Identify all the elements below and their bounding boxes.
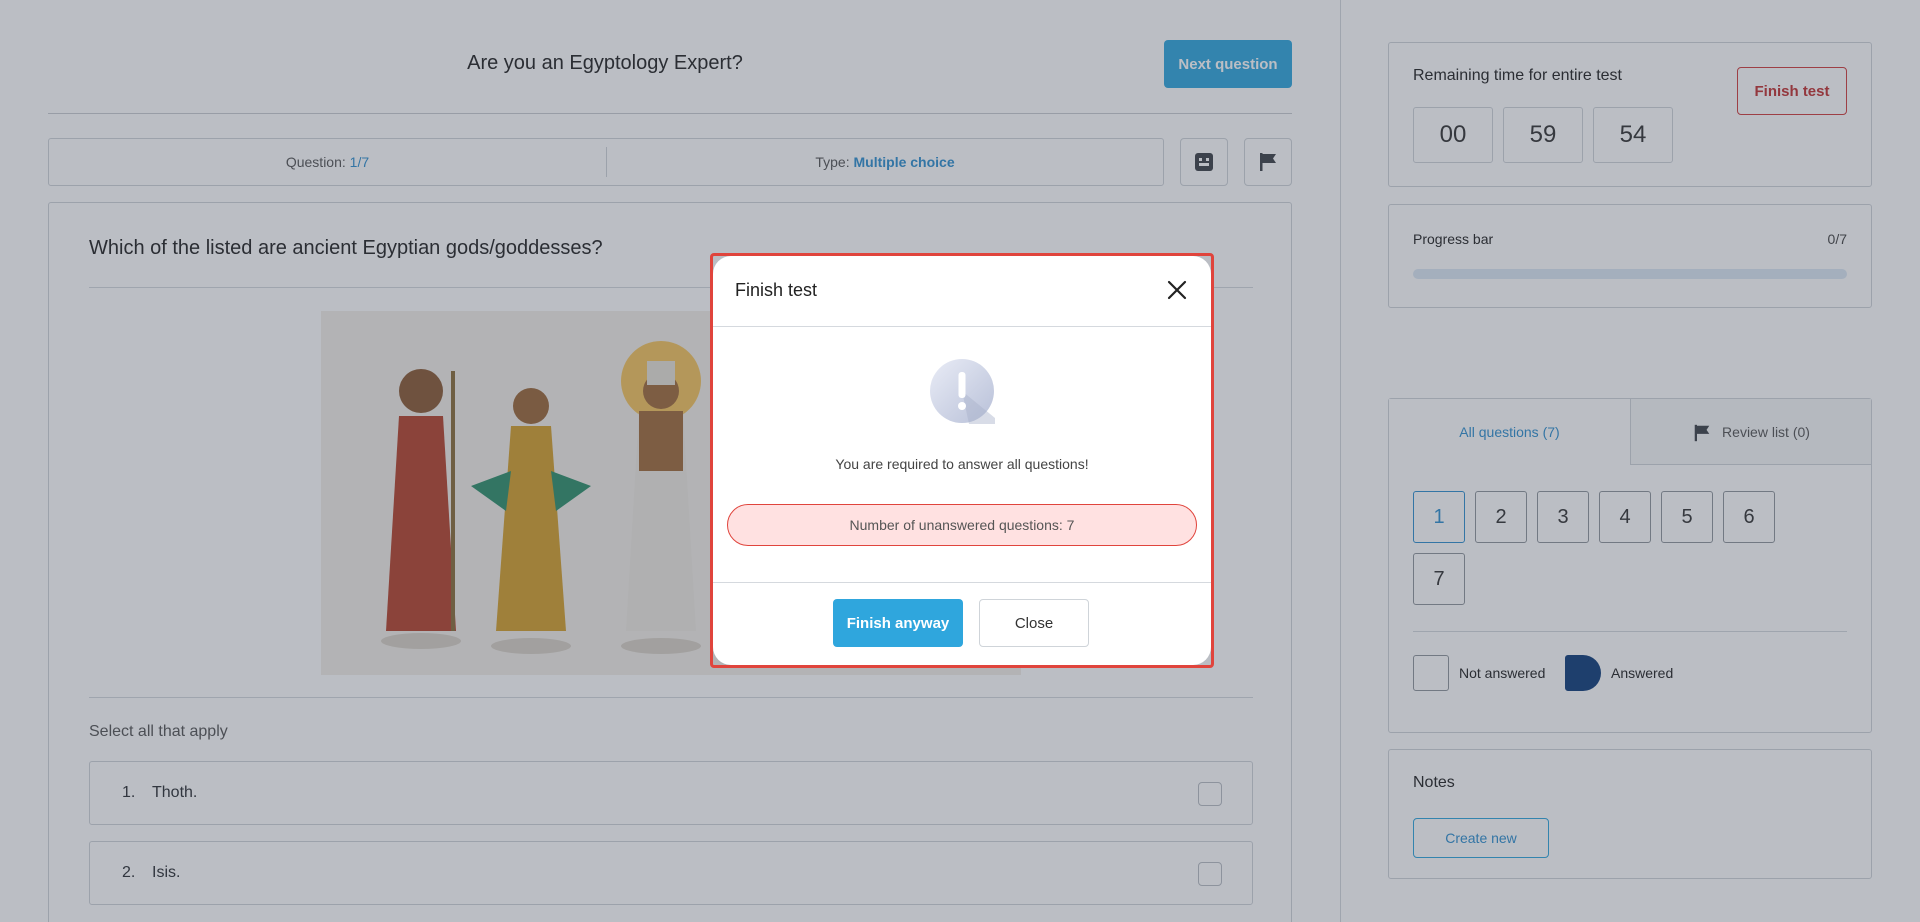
dialog-title: Finish test — [735, 280, 818, 300]
dialog-message: You are required to answer all questions… — [835, 456, 1089, 472]
finish-test-dialog: Finish test You are required to answer a… — [713, 256, 1211, 665]
dialog-footer-divider — [713, 582, 1211, 583]
dialog-header-divider — [713, 326, 1211, 327]
unanswered-count-alert: Number of unanswered questions: 7 — [727, 504, 1197, 546]
dialog-cancel-button[interactable]: Close — [979, 599, 1089, 647]
close-icon — [1167, 280, 1187, 300]
exclamation-icon — [930, 359, 995, 424]
finish-anyway-button[interactable]: Finish anyway — [833, 599, 963, 647]
dialog-close-button[interactable] — [1161, 274, 1193, 306]
